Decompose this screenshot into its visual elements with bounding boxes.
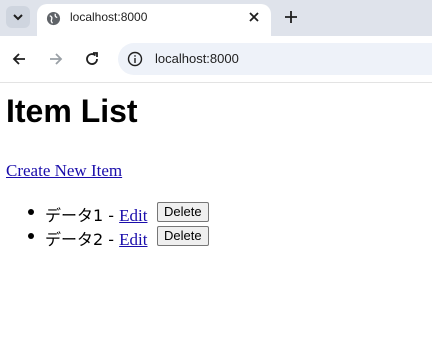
edit-link[interactable]: Edit <box>119 230 147 249</box>
url-text[interactable]: localhost:8000 <box>155 51 239 66</box>
item-separator: - <box>103 206 120 225</box>
page-title: Item List <box>6 93 138 129</box>
browser-tab-strip: localhost:8000 <box>0 0 432 36</box>
info-icon[interactable] <box>127 51 143 67</box>
browser-toolbar: localhost:8000 <box>0 36 432 83</box>
forward-arrow-icon <box>50 53 63 65</box>
close-icon <box>249 12 259 22</box>
browser-tab[interactable]: localhost:8000 <box>37 4 271 36</box>
address-bar[interactable]: localhost:8000 <box>118 43 432 75</box>
item-name: データ1 <box>45 206 104 225</box>
page-content: Item List Create New Item データ1 - Edit De… <box>0 83 432 345</box>
reload-icon <box>86 52 98 65</box>
plus-icon <box>285 11 297 23</box>
back-button[interactable] <box>8 48 30 70</box>
tab-title: localhost:8000 <box>70 10 148 24</box>
chevron-down-icon <box>13 14 23 21</box>
reload-button[interactable] <box>81 48 103 70</box>
create-new-item-link[interactable]: Create New Item <box>6 161 122 181</box>
edit-link[interactable]: Edit <box>119 206 147 225</box>
delete-button[interactable]: Delete <box>157 202 209 222</box>
bullet-icon <box>28 209 34 215</box>
delete-button[interactable]: Delete <box>157 226 209 246</box>
close-tab-button[interactable] <box>245 8 263 26</box>
forward-button[interactable] <box>45 48 67 70</box>
bullet-icon <box>28 233 34 239</box>
new-tab-button[interactable] <box>281 7 301 27</box>
globe-icon <box>46 11 61 26</box>
back-arrow-icon <box>12 53 25 65</box>
item-separator: - <box>103 230 120 249</box>
item-name: データ2 <box>45 230 104 249</box>
tab-search-button[interactable] <box>6 6 30 28</box>
